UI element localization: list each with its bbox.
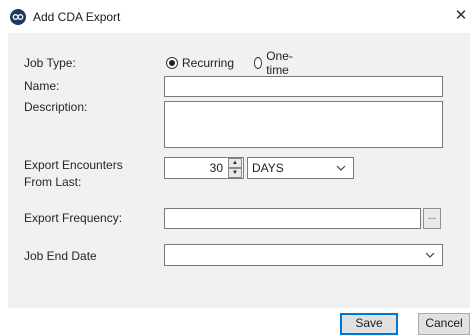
description-input[interactable] xyxy=(164,101,443,148)
cancel-button[interactable]: Cancel xyxy=(418,313,470,335)
radio-one-time-label[interactable]: One-time xyxy=(266,49,297,77)
radio-recurring[interactable]: Recurring xyxy=(166,55,234,71)
export-frequency-input[interactable] xyxy=(164,208,421,229)
stepper-down-icon[interactable]: ▼ xyxy=(228,168,242,178)
export-frequency-browse-button[interactable]: ... xyxy=(423,208,441,229)
stepper-up-icon[interactable]: ▲ xyxy=(228,158,242,168)
export-encounters-unit-value[interactable]: DAYS xyxy=(252,160,284,177)
radio-one-time-indicator[interactable] xyxy=(254,57,263,69)
radio-recurring-label[interactable]: Recurring xyxy=(182,56,234,70)
chevron-down-icon[interactable] xyxy=(425,250,435,260)
export-encounters-value[interactable]: 30 xyxy=(210,159,223,177)
app-logo-icon xyxy=(10,9,26,25)
radio-recurring-indicator[interactable] xyxy=(166,57,178,69)
title-bar: Add CDA Export ✕ xyxy=(0,0,470,33)
export-encounters-label: Export Encounters xyxy=(24,158,123,172)
job-end-date-label: Job End Date xyxy=(24,249,97,263)
chevron-down-icon[interactable] xyxy=(336,163,346,173)
export-encounters-stepper[interactable]: 30 ▲ ▼ xyxy=(164,157,244,179)
dialog-footer xyxy=(0,308,470,336)
window-title: Add CDA Export xyxy=(33,10,121,24)
job-end-date-select[interactable] xyxy=(164,244,443,266)
description-label: Description: xyxy=(24,100,88,114)
export-frequency-label: Export Frequency: xyxy=(24,211,123,225)
export-encounters-label-line2: From Last: xyxy=(24,175,82,189)
radio-one-time[interactable]: One-time xyxy=(254,49,297,77)
job-type-label: Job Type: xyxy=(24,56,76,70)
export-encounters-unit-select[interactable]: DAYS xyxy=(247,157,354,179)
close-icon[interactable]: ✕ xyxy=(452,6,470,26)
name-input[interactable] xyxy=(164,76,443,97)
name-label: Name: xyxy=(24,79,60,93)
save-button[interactable]: Save xyxy=(340,313,398,335)
